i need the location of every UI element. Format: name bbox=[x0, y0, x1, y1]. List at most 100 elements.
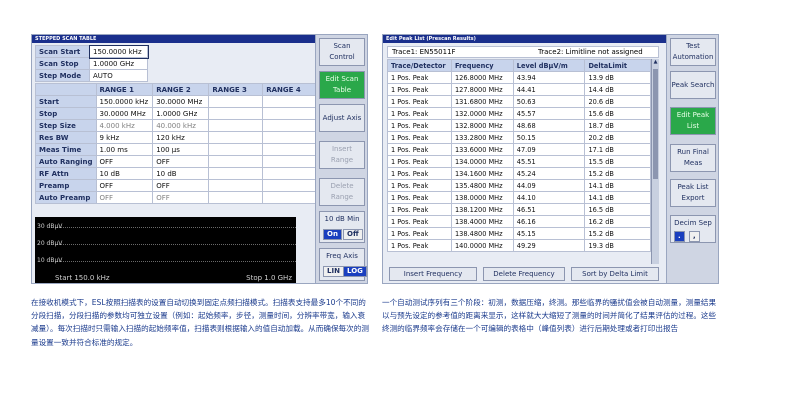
range4-cell[interactable] bbox=[262, 119, 317, 132]
peak-cell[interactable]: 17.1 dB bbox=[584, 143, 651, 156]
peak-cell[interactable]: 135.4800 MHz bbox=[450, 179, 514, 192]
range2-cell[interactable]: 100 µs bbox=[152, 143, 210, 156]
scroll-thumb[interactable] bbox=[653, 69, 658, 179]
range2-cell[interactable]: 30.0000 MHz bbox=[152, 95, 210, 108]
peak-cell[interactable]: 1 Pos. Peak bbox=[387, 143, 452, 156]
peak-header-cell[interactable]: Level dBµV/m bbox=[512, 59, 586, 72]
peak-header-cell[interactable]: Trace/Detector bbox=[387, 59, 452, 72]
edit-peak-list-button[interactable]: Edit Peak List bbox=[670, 107, 716, 135]
range3-cell[interactable] bbox=[208, 191, 264, 204]
scan-setting-value[interactable]: 150.0000 kHz bbox=[88, 44, 149, 59]
peak-cell[interactable]: 1 Pos. Peak bbox=[387, 119, 452, 132]
range3-cell[interactable] bbox=[208, 119, 264, 132]
peak-cell[interactable]: 134.1600 MHz bbox=[450, 167, 514, 180]
insert-range-button[interactable]: Insert Range bbox=[319, 141, 365, 169]
peak-cell[interactable]: 126.8000 MHz bbox=[450, 71, 514, 84]
peak-cell[interactable]: 15.2 dB bbox=[584, 227, 651, 240]
peak-cell[interactable]: 1 Pos. Peak bbox=[387, 155, 452, 168]
peak-row[interactable]: 1 Pos. Peak 135.4800 MHz 44.09 14.1 dB bbox=[387, 179, 651, 192]
range2-cell[interactable]: 40.000 kHz bbox=[152, 119, 210, 132]
peak-row[interactable]: 1 Pos. Peak 138.1200 MHz 46.51 16.5 dB bbox=[387, 203, 651, 216]
range4-cell[interactable] bbox=[262, 155, 317, 168]
peak-cell[interactable]: 48.68 bbox=[512, 119, 586, 132]
peak-cell[interactable]: 138.1200 MHz bbox=[450, 203, 514, 216]
peak-cell[interactable]: 46.16 bbox=[512, 215, 586, 228]
range1-cell[interactable]: 10 dB bbox=[95, 167, 154, 180]
adjust-axis-button[interactable]: Adjust Axis bbox=[319, 104, 365, 132]
run-final-meas-button[interactable]: Run Final Meas bbox=[670, 144, 716, 172]
peak-cell[interactable]: 46.51 bbox=[512, 203, 586, 216]
scan-setting-value[interactable]: AUTO bbox=[89, 69, 148, 82]
peak-row[interactable]: 1 Pos. Peak 138.4000 MHz 46.16 16.2 dB bbox=[387, 215, 651, 228]
peak-cell[interactable]: 19.3 dB bbox=[584, 239, 651, 252]
range4-cell[interactable] bbox=[262, 95, 317, 108]
peak-cell[interactable]: 45.24 bbox=[512, 167, 586, 180]
test-automation-button[interactable]: Test Automation bbox=[670, 38, 716, 66]
range1-cell[interactable]: 150.0000 kHz bbox=[95, 95, 154, 108]
peak-cell[interactable]: 20.2 dB bbox=[584, 131, 651, 144]
peak-header-cell[interactable]: Frequency bbox=[450, 59, 514, 72]
peak-row[interactable]: 1 Pos. Peak 134.1600 MHz 45.24 15.2 dB bbox=[387, 167, 651, 180]
peak-list-scrollbar[interactable]: ▲ bbox=[651, 59, 659, 264]
peak-row[interactable]: 1 Pos. Peak 132.0000 MHz 45.57 15.6 dB bbox=[387, 107, 651, 120]
peak-cell[interactable]: 15.2 dB bbox=[584, 167, 651, 180]
ten-db-min-on-toggle[interactable]: On bbox=[323, 229, 342, 240]
sort-by-delta-limit-button[interactable]: Sort by Delta Limit bbox=[571, 267, 659, 281]
peak-cell[interactable]: 45.15 bbox=[512, 227, 586, 240]
range4-cell[interactable] bbox=[262, 191, 317, 204]
range2-cell[interactable]: OFF bbox=[152, 191, 210, 204]
range2-cell[interactable]: OFF bbox=[152, 179, 210, 192]
peak-row[interactable]: 1 Pos. Peak 131.6800 MHz 50.63 20.6 dB bbox=[387, 95, 651, 108]
peak-cell[interactable]: 44.09 bbox=[512, 179, 586, 192]
ten-db-min-off-toggle[interactable]: Off bbox=[343, 229, 363, 240]
peak-cell[interactable]: 134.0000 MHz bbox=[450, 155, 514, 168]
peak-cell[interactable]: 1 Pos. Peak bbox=[387, 215, 452, 228]
peak-cell[interactable]: 140.0000 MHz bbox=[450, 239, 514, 252]
peak-cell[interactable]: 43.94 bbox=[512, 71, 586, 84]
peak-cell[interactable]: 1 Pos. Peak bbox=[387, 239, 452, 252]
peak-cell[interactable]: 20.6 dB bbox=[584, 95, 651, 108]
peak-cell[interactable]: 14.1 dB bbox=[584, 191, 651, 204]
peak-header-cell[interactable]: DeltaLimit bbox=[584, 59, 651, 72]
peak-cell[interactable]: 45.57 bbox=[512, 107, 586, 120]
peak-cell[interactable]: 1 Pos. Peak bbox=[387, 95, 452, 108]
range4-cell[interactable] bbox=[262, 107, 317, 120]
peak-cell[interactable]: 1 Pos. Peak bbox=[387, 203, 452, 216]
peak-cell[interactable]: 127.8000 MHz bbox=[450, 83, 514, 96]
range1-cell[interactable]: 1.00 ms bbox=[95, 143, 154, 156]
peak-cell[interactable]: 138.0000 MHz bbox=[450, 191, 514, 204]
range3-cell[interactable] bbox=[208, 167, 264, 180]
peak-cell[interactable]: 1 Pos. Peak bbox=[387, 83, 452, 96]
peak-cell[interactable]: 45.51 bbox=[512, 155, 586, 168]
peak-cell[interactable]: 14.1 dB bbox=[584, 179, 651, 192]
peak-row[interactable]: 1 Pos. Peak 134.0000 MHz 45.51 15.5 dB bbox=[387, 155, 651, 168]
peak-cell[interactable]: 44.41 bbox=[512, 83, 586, 96]
decim-sep-comma-toggle[interactable]: , bbox=[689, 231, 700, 242]
peak-row[interactable]: 1 Pos. Peak 133.2800 MHz 50.15 20.2 dB bbox=[387, 131, 651, 144]
peak-cell[interactable]: 1 Pos. Peak bbox=[387, 167, 452, 180]
peak-cell[interactable]: 18.7 dB bbox=[584, 119, 651, 132]
range4-cell[interactable] bbox=[262, 179, 317, 192]
peak-cell[interactable]: 16.2 dB bbox=[584, 215, 651, 228]
peak-list-export-button[interactable]: Peak List Export bbox=[670, 179, 716, 207]
peak-cell[interactable]: 132.0000 MHz bbox=[450, 107, 514, 120]
peak-row[interactable]: 1 Pos. Peak 127.8000 MHz 44.41 14.4 dB bbox=[387, 83, 651, 96]
range2-cell[interactable]: 10 dB bbox=[152, 167, 210, 180]
peak-row[interactable]: 1 Pos. Peak 138.4800 MHz 45.15 15.2 dB bbox=[387, 227, 651, 240]
range2-cell[interactable]: 1.0000 GHz bbox=[152, 107, 210, 120]
scan-setting-value[interactable]: 1.0000 GHz bbox=[89, 57, 148, 70]
delete-frequency-button[interactable]: Delete Frequency bbox=[483, 267, 565, 281]
scan-control-button[interactable]: Scan Control bbox=[319, 38, 365, 66]
freq-axis-lin-toggle[interactable]: LIN bbox=[323, 266, 344, 277]
scroll-up-arrow[interactable]: ▲ bbox=[652, 59, 659, 65]
peak-cell[interactable]: 132.8000 MHz bbox=[450, 119, 514, 132]
peak-search-button[interactable]: Peak Search bbox=[670, 71, 716, 99]
peak-cell[interactable]: 138.4000 MHz bbox=[450, 215, 514, 228]
range4-cell[interactable] bbox=[262, 167, 317, 180]
peak-cell[interactable]: 15.6 dB bbox=[584, 107, 651, 120]
edit-scan-table-button[interactable]: Edit Scan Table bbox=[319, 71, 365, 99]
peak-cell[interactable]: 49.29 bbox=[512, 239, 586, 252]
range3-cell[interactable] bbox=[208, 179, 264, 192]
peak-cell[interactable]: 50.63 bbox=[512, 95, 586, 108]
peak-cell[interactable]: 1 Pos. Peak bbox=[387, 191, 452, 204]
